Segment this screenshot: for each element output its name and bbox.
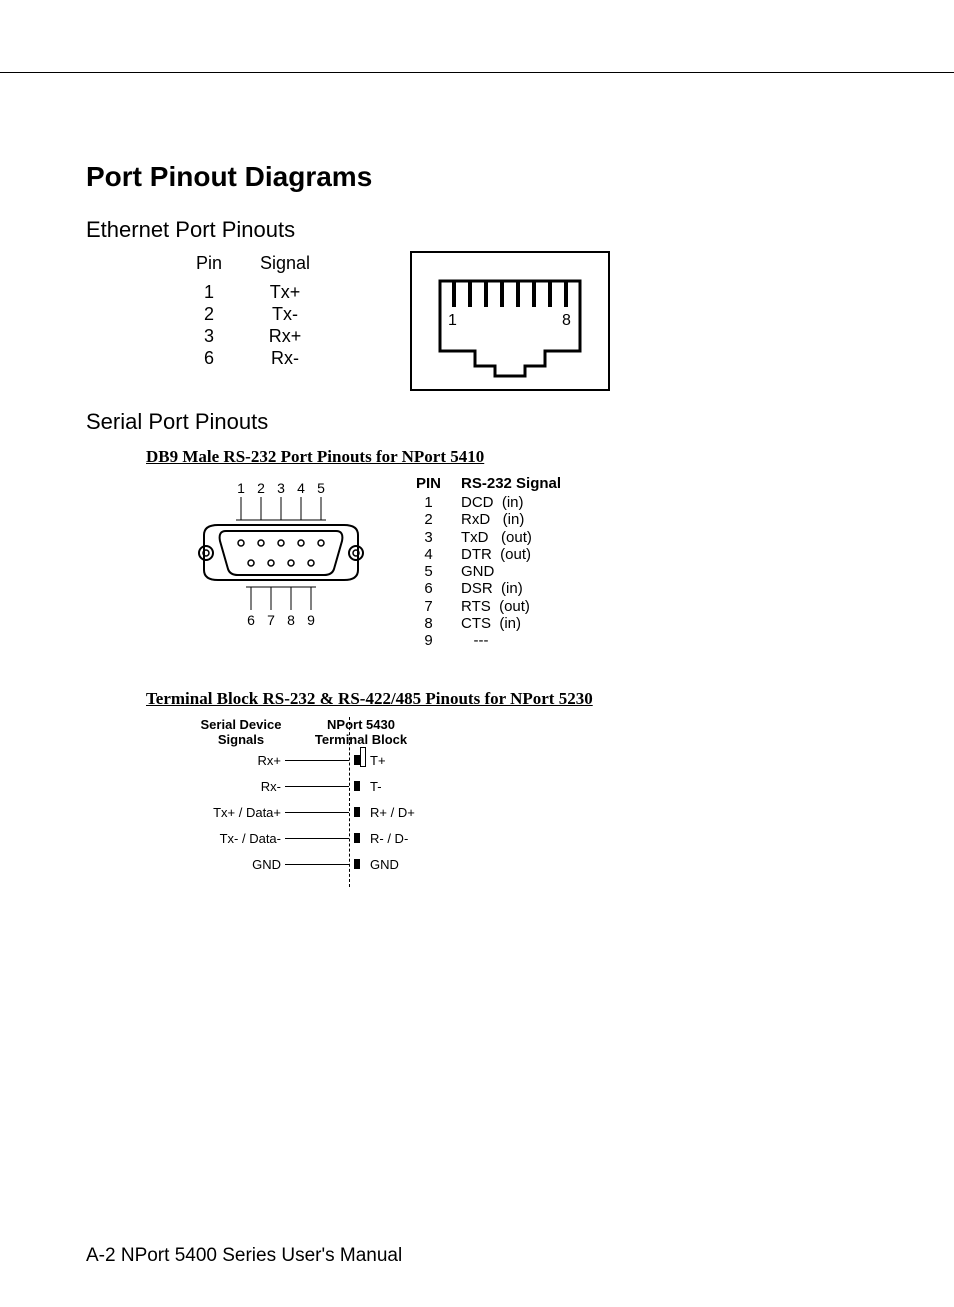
jack-pin-1-label: 1 (448, 312, 457, 329)
tb-right-signal: T- (366, 779, 382, 794)
eth-pin: 3 (178, 326, 240, 346)
svg-text:1: 1 (237, 480, 245, 496)
terminal-block-diagram: Serial DeviceSignals NPort 5430Terminal … (176, 717, 868, 887)
ethernet-heading: Ethernet Port Pinouts (86, 217, 868, 243)
table-row: 6DSR (in) (406, 580, 571, 597)
db9-col-signal: RS-232 Signal (451, 475, 571, 494)
terminal-plug-icon (354, 781, 360, 791)
eth-signal: Tx- (242, 304, 328, 324)
page-title: Port Pinout Diagrams (86, 161, 868, 193)
table-row: 1Tx+ (178, 282, 328, 302)
eth-signal: Rx+ (242, 326, 328, 346)
table-row: 8CTS (in) (406, 615, 571, 632)
table-row: 9 --- (406, 632, 571, 649)
eth-col-signal: Signal (242, 253, 328, 280)
serial-heading: Serial Port Pinouts (86, 409, 868, 435)
rj45-jack-icon: 1 8 (410, 251, 610, 391)
ethernet-block: Pin Signal 1Tx+ 2Tx- 3Rx+ 6Rx- (176, 251, 868, 391)
tb-row: Rx+ (176, 747, 349, 773)
tb-left-signal: Tx+ / Data+ (176, 805, 285, 820)
terminal-plug-icon (354, 859, 360, 869)
svg-text:2: 2 (257, 480, 265, 496)
terminal-block-subtitle: Terminal Block RS-232 & RS-422/485 Pinou… (146, 689, 868, 709)
tb-row: GND (176, 851, 349, 877)
table-row: 3Rx+ (178, 326, 328, 346)
tb-right-signal: T+ (366, 753, 386, 768)
tb-right-header: NPort 5430Terminal Block (306, 717, 416, 747)
tb-row: Rx- (176, 773, 349, 799)
ethernet-pinout-table: Pin Signal 1Tx+ 2Tx- 3Rx+ 6Rx- (176, 251, 330, 371)
tb-row: Tx+ / Data+ (176, 799, 349, 825)
svg-text:8: 8 (287, 612, 295, 628)
tb-left-signal: GND (176, 857, 285, 872)
table-row: 2Tx- (178, 304, 328, 324)
table-row: 4DTR (out) (406, 546, 571, 563)
db9-block: 1 2 3 4 5 (186, 475, 868, 649)
tb-left-signal: Tx- / Data- (176, 831, 285, 846)
table-row: 5GND (406, 563, 571, 580)
tb-left-signal: Rx+ (176, 753, 285, 768)
wire-icon (285, 838, 349, 839)
page-footer: A-2 NPort 5400 Series User's Manual (86, 1245, 402, 1267)
eth-pin: 2 (178, 304, 240, 324)
eth-col-pin: Pin (178, 253, 240, 280)
db9-subtitle: DB9 Male RS-232 Port Pinouts for NPort 5… (146, 447, 868, 467)
tb-right-signal: GND (366, 857, 399, 872)
table-row: 3TxD (out) (406, 529, 571, 546)
svg-text:5: 5 (317, 480, 325, 496)
table-row: 2RxD (in) (406, 511, 571, 528)
tb-right-signal: R+ / D+ (366, 805, 415, 820)
svg-text:4: 4 (297, 480, 305, 496)
tb-left-signal: Rx- (176, 779, 285, 794)
eth-signal: Rx- (242, 348, 328, 368)
eth-pin: 6 (178, 348, 240, 368)
svg-text:3: 3 (277, 480, 285, 496)
jack-pin-8-label: 8 (562, 312, 571, 329)
terminal-plug-icon (354, 833, 360, 843)
terminal-plug-icon (354, 807, 360, 817)
table-row: 7RTS (out) (406, 598, 571, 615)
eth-signal: Tx+ (242, 282, 328, 302)
db9-pinout-table: PIN RS-232 Signal 1DCD (in) 2RxD (in) 3T… (406, 475, 571, 649)
wire-icon (285, 812, 349, 813)
table-row: 1DCD (in) (406, 494, 571, 511)
db9-connector-icon: 1 2 3 4 5 (186, 475, 376, 635)
wire-icon (285, 760, 349, 761)
wire-icon (285, 864, 349, 865)
tb-left-header: Serial DeviceSignals (176, 717, 306, 747)
svg-text:9: 9 (307, 612, 315, 628)
document-page: Port Pinout Diagrams Ethernet Port Pinou… (0, 72, 954, 1307)
dashed-separator (349, 717, 350, 887)
svg-text:6: 6 (247, 612, 255, 628)
table-row: 6Rx- (178, 348, 328, 368)
wire-icon (285, 786, 349, 787)
eth-pin: 1 (178, 282, 240, 302)
db9-col-pin: PIN (406, 475, 451, 494)
tb-row: Tx- / Data- (176, 825, 349, 851)
svg-text:7: 7 (267, 612, 275, 628)
tb-right-signal: R- / D- (366, 831, 408, 846)
